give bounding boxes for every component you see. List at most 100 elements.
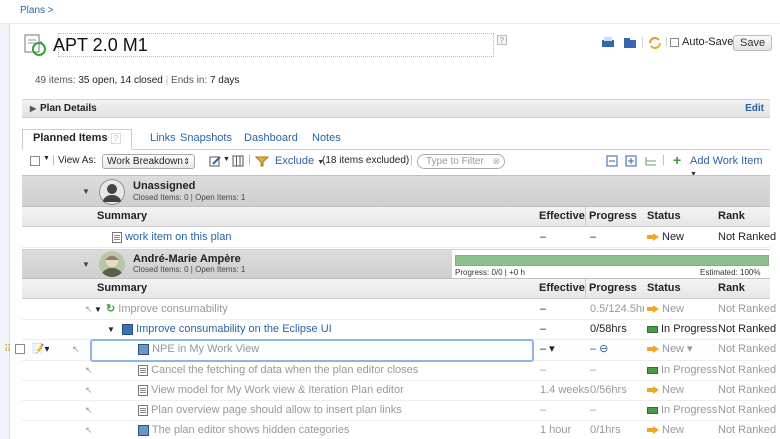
group-header-ampere[interactable]: ▼ André-Marie Ampère Closed Items: 0 | O…	[22, 249, 770, 279]
progress-cell: 0.5/124.5hrs	[590, 303, 644, 315]
drag-handle-icon[interactable]: ↖	[85, 300, 93, 319]
tab-snapshots[interactable]: Snapshots	[180, 130, 232, 148]
drag-handle-icon[interactable]: ↖	[85, 361, 93, 380]
column-rank[interactable]: Rank	[718, 207, 745, 226]
edit-link[interactable]: Edit	[745, 100, 764, 117]
summary-counts: 35 open, 14 closed	[78, 75, 163, 86]
table-row[interactable]: ↖ Cancel the fetching of data when the p…	[22, 361, 776, 381]
column-header-row: Summary Effective E Progress Status Rank	[22, 279, 770, 299]
select-all-checkbox[interactable]	[30, 156, 40, 166]
epic-icon: ↻	[106, 303, 116, 315]
expand-all-icon[interactable]	[625, 155, 637, 167]
rank-cell: Not Ranked	[718, 404, 777, 416]
plan-tabs: Planned Items ? Links Snapshots Dashboar…	[22, 128, 770, 150]
row-actions-icon[interactable]: 📝▾	[32, 340, 49, 359]
progress-cell[interactable]: – ⊖	[590, 340, 608, 359]
tab-planned-items-label: Planned Items	[33, 132, 108, 144]
refresh-icon[interactable]	[648, 36, 662, 50]
exclude-menu[interactable]: Exclude ▼	[275, 155, 324, 167]
column-progress[interactable]: Progress	[589, 207, 637, 226]
rank-cell: Not Ranked	[718, 323, 777, 335]
row-checkbox[interactable]	[15, 344, 25, 354]
collapse-all-icon[interactable]	[606, 155, 618, 167]
rank-cell: Not Ranked	[718, 343, 777, 355]
view-mode-value: Work Breakdown	[107, 156, 183, 167]
filter-input[interactable]: Type to Filter ⊗	[417, 154, 505, 169]
status-new-icon	[647, 345, 659, 354]
plan-summary: 49 items: 35 open, 14 closed | Ends in: …	[35, 75, 240, 86]
summary-items: 49 items:	[35, 75, 76, 86]
work-item-link[interactable]: Improve consumability on the Eclipse UI	[136, 323, 332, 335]
column-status[interactable]: Status	[647, 279, 681, 298]
help-icon[interactable]: ?	[110, 133, 122, 144]
columns-icon[interactable]	[232, 155, 244, 167]
table-row[interactable]: ↖ Plan overview page should allow to ins…	[22, 401, 776, 421]
drag-handle-icon[interactable]: ⠿	[4, 340, 11, 359]
effective-cell: –	[540, 364, 547, 376]
collapse-triangle-icon[interactable]: ▼	[82, 260, 90, 269]
plan-toolbar: ▼ | View As: Work Breakdown ⇕ ▼ | Exclude…	[22, 151, 770, 178]
work-item-link[interactable]: View model for My Work view & Iteration …	[151, 384, 404, 396]
table-row[interactable]: ↖ View model for My Work view & Iteratio…	[22, 381, 776, 401]
print-icon[interactable]	[601, 37, 615, 49]
save-button[interactable]: Save	[733, 35, 773, 51]
autosave-label: Auto-Save	[682, 36, 734, 48]
plan-details-bar[interactable]: ▶ Plan Details Edit	[22, 99, 770, 118]
autosave-checkbox[interactable]	[670, 38, 679, 47]
column-summary[interactable]: Summary	[97, 279, 147, 298]
work-item-link[interactable]: Cancel the fetching of data when the pla…	[151, 364, 418, 376]
table-row[interactable]: work item on this plan – – New Not Ranke…	[22, 228, 776, 248]
hierarchy-icon[interactable]	[644, 155, 658, 167]
column-header-row: Summary Effective E Progress Status Rank	[22, 207, 770, 227]
drag-handle-icon[interactable]: ↖	[85, 381, 93, 400]
group-name: André-Marie Ampère	[133, 253, 241, 265]
group-header-unassigned[interactable]: ▼ Unassigned Closed Items: 0 | Open Item…	[22, 175, 770, 207]
work-item-link[interactable]: work item on this plan	[125, 231, 231, 243]
tab-notes[interactable]: Notes	[312, 130, 341, 148]
collapse-triangle-icon[interactable]: ▼	[94, 300, 102, 319]
group-name: Unassigned	[133, 180, 196, 192]
column-effective[interactable]: Effective E	[539, 207, 586, 226]
column-rank[interactable]: Rank	[718, 279, 745, 298]
collapse-triangle-icon[interactable]: ▼	[107, 320, 115, 339]
filter-icon[interactable]	[255, 155, 269, 167]
effective-cell: –	[540, 231, 547, 243]
status-select[interactable]: New ▾	[662, 343, 693, 355]
table-row[interactable]: ↖ The plan editor shows hidden categorie…	[22, 421, 776, 439]
tab-dashboard[interactable]: Dashboard	[244, 130, 298, 148]
view-mode-select[interactable]: Work Breakdown ⇕	[102, 154, 195, 169]
effective-cell: –	[540, 323, 547, 335]
collapse-triangle-icon[interactable]: ▼	[82, 187, 90, 196]
edit-layout-icon[interactable]	[209, 155, 221, 167]
rank-cell: Not Ranked	[718, 364, 777, 376]
clear-filter-icon[interactable]: ⊗	[492, 155, 500, 168]
progress-cell: 0/58hrs	[590, 323, 627, 335]
drag-handle-icon[interactable]: ↖	[85, 401, 93, 420]
work-item-link[interactable]: The plan editor shows hidden categories	[152, 424, 350, 436]
chevron-down-icon[interactable]: ▼	[43, 155, 50, 162]
add-icon[interactable]: +	[673, 152, 681, 168]
drag-handle-icon[interactable]: ↖	[72, 340, 80, 359]
work-item-link[interactable]: Plan overview page should allow to inser…	[151, 404, 402, 416]
table-row[interactable]: ↖ ▼ ↻ Improve consumability – 0.5/124.5h…	[22, 300, 776, 320]
work-item-link[interactable]: Improve consumability	[118, 303, 227, 315]
summary-ends-label: Ends in:	[171, 75, 208, 86]
tab-planned-items[interactable]: Planned Items ?	[22, 129, 133, 150]
plan-title-field[interactable]: APT 2.0 M1	[53, 33, 494, 57]
column-effective[interactable]: Effective E	[539, 279, 586, 298]
progress-cell: –	[590, 364, 597, 376]
column-status[interactable]: Status	[647, 207, 681, 226]
view-as-label: View As:	[58, 155, 97, 166]
effective-cell: 1.4 weeks	[540, 384, 590, 396]
breadcrumb-plans-link[interactable]: Plans >	[20, 5, 54, 16]
chevron-down-icon[interactable]: ▼	[223, 156, 230, 163]
drag-handle-icon[interactable]: ↖	[85, 421, 93, 439]
tab-links[interactable]: Links	[150, 130, 176, 148]
table-row[interactable]: ▼ Improve consumability on the Eclipse U…	[22, 320, 776, 340]
effective-cell[interactable]: – ▾	[540, 340, 555, 359]
column-summary[interactable]: Summary	[97, 207, 147, 226]
help-icon[interactable]: ?	[497, 35, 507, 45]
avatar	[99, 179, 125, 205]
folder-icon[interactable]	[623, 37, 637, 49]
column-progress[interactable]: Progress	[589, 279, 637, 298]
